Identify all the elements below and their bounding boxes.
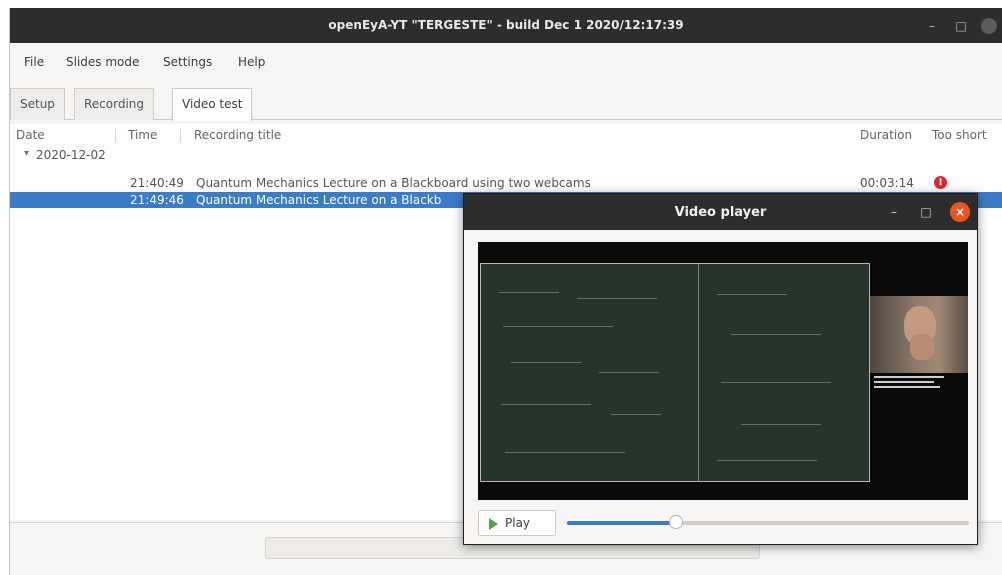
player-minimize-icon[interactable]: – (885, 203, 903, 221)
chalk-mark (721, 382, 831, 383)
row-time: 21:49:46 (130, 193, 184, 207)
play-icon (489, 518, 498, 530)
chalk-mark (503, 326, 613, 327)
webcam-video (870, 296, 968, 373)
chalk-mark (577, 298, 657, 299)
group-date: 2020-12-02 (36, 148, 106, 162)
blackboard-divider (698, 264, 699, 481)
maximize-icon[interactable]: □ (952, 17, 970, 35)
chalk-mark (499, 292, 559, 293)
play-label: Play (505, 516, 531, 530)
date-group-row[interactable]: ▾ 2020-12-02 (10, 148, 1002, 164)
minimize-icon[interactable]: – (923, 17, 941, 35)
row-time: 21:40:49 (130, 176, 184, 190)
chalk-mark (599, 372, 659, 373)
menu-settings[interactable]: Settings (163, 55, 212, 69)
column-header-date[interactable]: Date (16, 124, 45, 146)
column-header-too-short[interactable]: Too short (932, 124, 987, 146)
chalk-mark (511, 362, 581, 363)
column-separator (180, 128, 181, 142)
tab-recording[interactable]: Recording (74, 88, 155, 120)
menu-help[interactable]: Help (238, 55, 265, 69)
video-frame[interactable] (478, 242, 968, 500)
chalk-mark (501, 404, 591, 405)
row-title: Quantum Mechanics Lecture on a Blackboar… (196, 176, 591, 190)
row-title: Quantum Mechanics Lecture on a Blackb (196, 193, 442, 207)
chalk-mark (731, 334, 821, 335)
chalk-mark (717, 460, 817, 461)
row-duration: 00:03:14 (860, 176, 914, 190)
webcam-caption (874, 376, 966, 388)
menu-file[interactable]: File (24, 55, 44, 69)
chalk-mark (505, 452, 625, 453)
chalk-mark (717, 294, 787, 295)
tab-bar: Setup Recording Video test (10, 88, 1002, 121)
player-maximize-icon[interactable]: □ (917, 203, 935, 221)
play-button[interactable]: Play (478, 510, 556, 536)
column-header-duration[interactable]: Duration (860, 124, 912, 146)
tab-video-test[interactable]: Video test (172, 88, 253, 121)
tab-setup[interactable]: Setup (10, 88, 65, 120)
column-header-title[interactable]: Recording title (194, 124, 281, 146)
column-header-time[interactable]: Time (128, 124, 157, 146)
chalk-mark (611, 414, 661, 415)
seek-slider[interactable] (567, 515, 969, 529)
column-separator (115, 128, 116, 142)
player-controls: Play (464, 506, 977, 544)
player-title-bar[interactable]: Video player – □ × (464, 194, 977, 230)
expander-icon[interactable]: ▾ (24, 148, 29, 159)
player-close-icon[interactable]: × (950, 202, 970, 222)
chalk-mark (741, 424, 821, 425)
menu-bar: File Slides mode Settings Help (10, 43, 1002, 81)
video-player-dialog: Video player – □ × Play (463, 193, 978, 545)
title-bar[interactable]: openEyA-YT "TERGESTE" - build Dec 1 2020… (10, 8, 1002, 43)
table-row[interactable]: 21:40:49 Quantum Mechanics Lecture on a … (10, 175, 1002, 191)
seek-handle[interactable] (668, 515, 683, 529)
blackboard-video (480, 263, 870, 482)
seek-progress (567, 521, 676, 525)
menu-slides-mode[interactable]: Slides mode (66, 55, 139, 69)
error-icon: ! (934, 176, 947, 189)
window-title: openEyA-YT "TERGESTE" - build Dec 1 2020… (328, 18, 684, 32)
webcam-hand (910, 334, 934, 360)
close-icon[interactable] (981, 18, 997, 34)
